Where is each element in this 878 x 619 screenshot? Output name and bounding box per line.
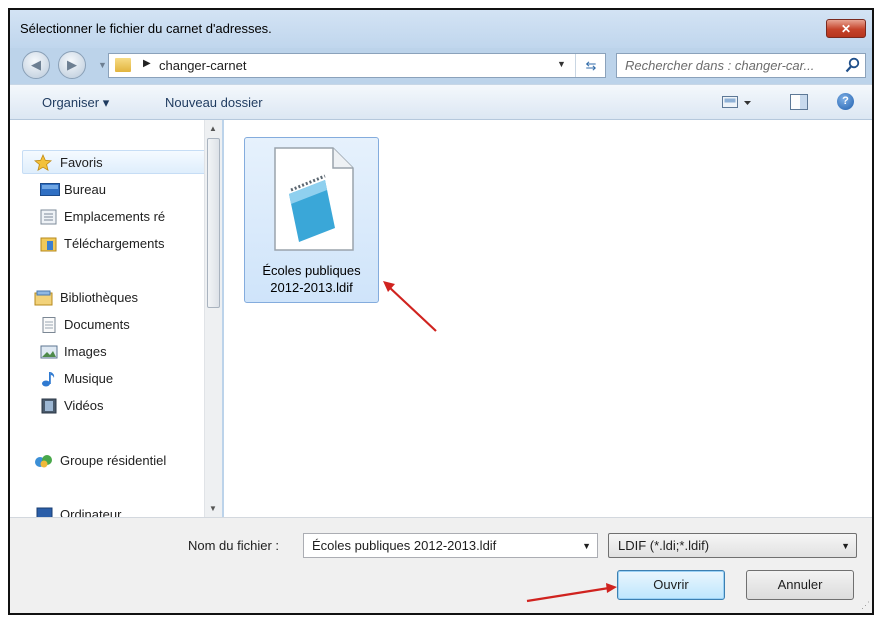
- annotation-arrow-open: [526, 583, 617, 603]
- annotation-arrow-file: [383, 281, 437, 332]
- annotation-arrows: [383, 281, 617, 603]
